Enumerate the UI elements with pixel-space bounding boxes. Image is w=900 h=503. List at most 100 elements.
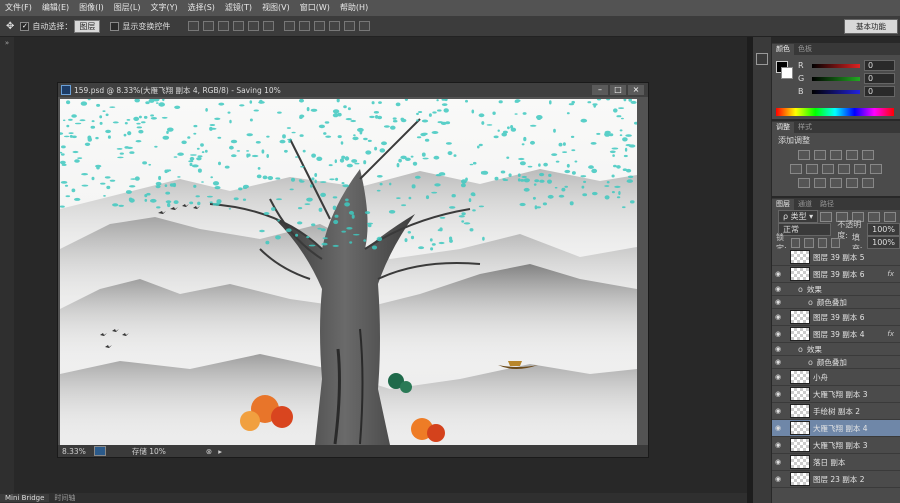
distribute-bottom-icon[interactable] bbox=[314, 21, 326, 31]
levels-icon[interactable] bbox=[814, 150, 826, 160]
layer-row[interactable]: ◉ 大雁飞翔 副本 4 bbox=[772, 420, 900, 437]
background-color-swatch[interactable] bbox=[781, 67, 793, 79]
status-icon[interactable] bbox=[93, 446, 106, 456]
channel-value-input[interactable]: 0 bbox=[864, 60, 895, 71]
layer-row[interactable]: ◉ 图层 23 副本 2 bbox=[772, 471, 900, 488]
opacity-input[interactable]: 100% bbox=[867, 223, 900, 236]
fx-icon[interactable]: fx bbox=[887, 270, 894, 278]
visibility-eye-icon[interactable]: ◉ bbox=[772, 407, 784, 415]
layer-row[interactable]: ◉ 手绘树 副本 2 bbox=[772, 403, 900, 420]
menu-item-6[interactable]: 滤镜(T) bbox=[220, 0, 257, 16]
menu-item-1[interactable]: 编辑(E) bbox=[37, 0, 74, 16]
tab-mini-bridge[interactable]: Mini Bridge bbox=[0, 494, 50, 502]
invert-icon[interactable] bbox=[798, 178, 810, 188]
layer-kind-filter[interactable]: ρ 类型 ▾ bbox=[778, 210, 819, 223]
visibility-eye-icon[interactable]: ◉ bbox=[772, 298, 784, 306]
menu-item-2[interactable]: 图像(I) bbox=[74, 0, 109, 16]
layer-row[interactable]: ◉ 落日 副本 bbox=[772, 454, 900, 471]
minimize-button[interactable]: – bbox=[592, 85, 608, 95]
layer-effect-row[interactable]: ◉ ο 效果 bbox=[772, 283, 900, 296]
distribute-vcenter-icon[interactable] bbox=[299, 21, 311, 31]
auto-select-dropdown[interactable]: 图层 bbox=[74, 19, 101, 33]
layer-row[interactable]: ◉ 小舟 bbox=[772, 369, 900, 386]
tab-adjustments[interactable]: 调整 bbox=[772, 122, 794, 133]
close-button[interactable]: × bbox=[628, 85, 644, 95]
align-vcenter-icon[interactable] bbox=[203, 21, 215, 31]
brightness-icon[interactable] bbox=[798, 150, 810, 160]
color-spectrum-bar[interactable] bbox=[776, 108, 894, 116]
visibility-eye-icon[interactable]: ◉ bbox=[772, 285, 784, 293]
workspace-switcher[interactable]: 基本功能 bbox=[844, 19, 898, 34]
menu-item-4[interactable]: 文字(Y) bbox=[145, 0, 182, 16]
layer-row[interactable]: ◉ 大雁飞翔 副本 3 bbox=[772, 386, 900, 403]
history-panel-icon[interactable] bbox=[756, 53, 768, 65]
color-lookup-icon[interactable] bbox=[870, 164, 882, 174]
status-menu-arrow-icon[interactable]: ▸ bbox=[218, 447, 222, 456]
align-left-icon[interactable] bbox=[233, 21, 245, 31]
visibility-eye-icon[interactable]: ◉ bbox=[772, 270, 784, 278]
visibility-eye-icon[interactable]: ◉ bbox=[772, 345, 784, 353]
color-balance-icon[interactable] bbox=[806, 164, 818, 174]
visibility-eye-icon[interactable]: ◉ bbox=[772, 458, 784, 466]
channel-mixer-icon[interactable] bbox=[854, 164, 866, 174]
visibility-eye-icon[interactable]: ◉ bbox=[772, 424, 784, 432]
layer-row[interactable]: ◉ 图层 39 副本 4 fx bbox=[772, 326, 900, 343]
maximize-button[interactable]: □ bbox=[610, 85, 626, 95]
expand-tools-icon[interactable]: » bbox=[0, 39, 14, 47]
selective-color-icon[interactable] bbox=[846, 178, 858, 188]
zoom-level[interactable]: 8.33% bbox=[62, 447, 86, 456]
photo-filter-icon[interactable] bbox=[838, 164, 850, 174]
layer-row[interactable]: ◉ 图层 39 副本 6 bbox=[772, 309, 900, 326]
channel-slider[interactable] bbox=[812, 76, 860, 81]
menu-item-3[interactable]: 图层(L) bbox=[109, 0, 146, 16]
lock-pixels-icon[interactable] bbox=[804, 237, 814, 248]
show-transform-option[interactable]: 显示变换控件 bbox=[110, 21, 170, 32]
exposure-icon[interactable] bbox=[846, 150, 858, 160]
menu-item-5[interactable]: 选择(S) bbox=[183, 0, 220, 16]
filter-pixel-icon[interactable] bbox=[820, 211, 833, 222]
distribute-right-icon[interactable] bbox=[359, 21, 371, 31]
align-top-icon[interactable] bbox=[188, 21, 200, 31]
artwork-canvas[interactable] bbox=[60, 99, 637, 445]
visibility-eye-icon[interactable]: ◉ bbox=[772, 313, 784, 321]
tab-color[interactable]: 颜色 bbox=[772, 44, 794, 55]
hue-saturation-icon[interactable] bbox=[790, 164, 802, 174]
distribute-top-icon[interactable] bbox=[284, 21, 296, 31]
layer-row[interactable]: ◉ 大雁飞翔 副本 3 bbox=[772, 437, 900, 454]
layer-row[interactable]: ◉ 图层 39 副本 6 fx bbox=[772, 266, 900, 283]
cancel-save-icon[interactable]: ⊗ bbox=[206, 447, 212, 456]
tab-styles[interactable]: 样式 bbox=[794, 122, 816, 133]
tab-layers[interactable]: 图层 bbox=[772, 199, 794, 210]
tab-timeline[interactable]: 时间轴 bbox=[49, 493, 80, 503]
align-hcenter-icon[interactable] bbox=[248, 21, 260, 31]
distribute-left-icon[interactable] bbox=[329, 21, 341, 31]
lock-all-icon[interactable] bbox=[830, 237, 840, 248]
channel-slider[interactable] bbox=[812, 89, 860, 94]
auto-select-option[interactable]: ✓ 自动选择： 图层 bbox=[20, 19, 101, 33]
channel-value-input[interactable]: 0 bbox=[864, 86, 895, 97]
distribute-hcenter-icon[interactable] bbox=[344, 21, 356, 31]
auto-select-checkbox[interactable]: ✓ bbox=[20, 21, 30, 31]
align-bottom-icon[interactable] bbox=[218, 21, 230, 31]
show-transform-checkbox[interactable] bbox=[110, 21, 120, 31]
fx-icon[interactable]: fx bbox=[887, 330, 894, 338]
tab-swatches[interactable]: 色板 bbox=[794, 44, 816, 55]
document-titlebar[interactable]: 159.psd @ 8.33%(大雁飞翔 副本 4, RGB/8) - Savi… bbox=[58, 83, 648, 97]
align-right-icon[interactable] bbox=[263, 21, 275, 31]
menu-item-8[interactable]: 窗口(W) bbox=[295, 0, 335, 16]
menu-item-7[interactable]: 视图(V) bbox=[257, 0, 295, 16]
menu-item-9[interactable]: 帮助(H) bbox=[335, 0, 373, 16]
visibility-eye-icon[interactable]: ◉ bbox=[772, 358, 784, 366]
curves-icon[interactable] bbox=[830, 150, 842, 160]
visibility-eye-icon[interactable]: ◉ bbox=[772, 475, 784, 483]
tab-channels[interactable]: 通道 bbox=[794, 199, 816, 210]
menu-item-0[interactable]: 文件(F) bbox=[0, 0, 37, 16]
lock-transparent-icon[interactable] bbox=[791, 237, 801, 248]
layer-effect-row[interactable]: ◉ ο 颜色叠加 bbox=[772, 356, 900, 369]
gradient-map-icon[interactable] bbox=[862, 178, 874, 188]
vibrance-icon[interactable] bbox=[862, 150, 874, 160]
layer-effect-row[interactable]: ◉ ο 颜色叠加 bbox=[772, 296, 900, 309]
move-tool-icon[interactable]: ✥ bbox=[6, 21, 14, 32]
channel-slider[interactable] bbox=[812, 63, 860, 68]
filter-smart-icon[interactable] bbox=[884, 211, 897, 222]
